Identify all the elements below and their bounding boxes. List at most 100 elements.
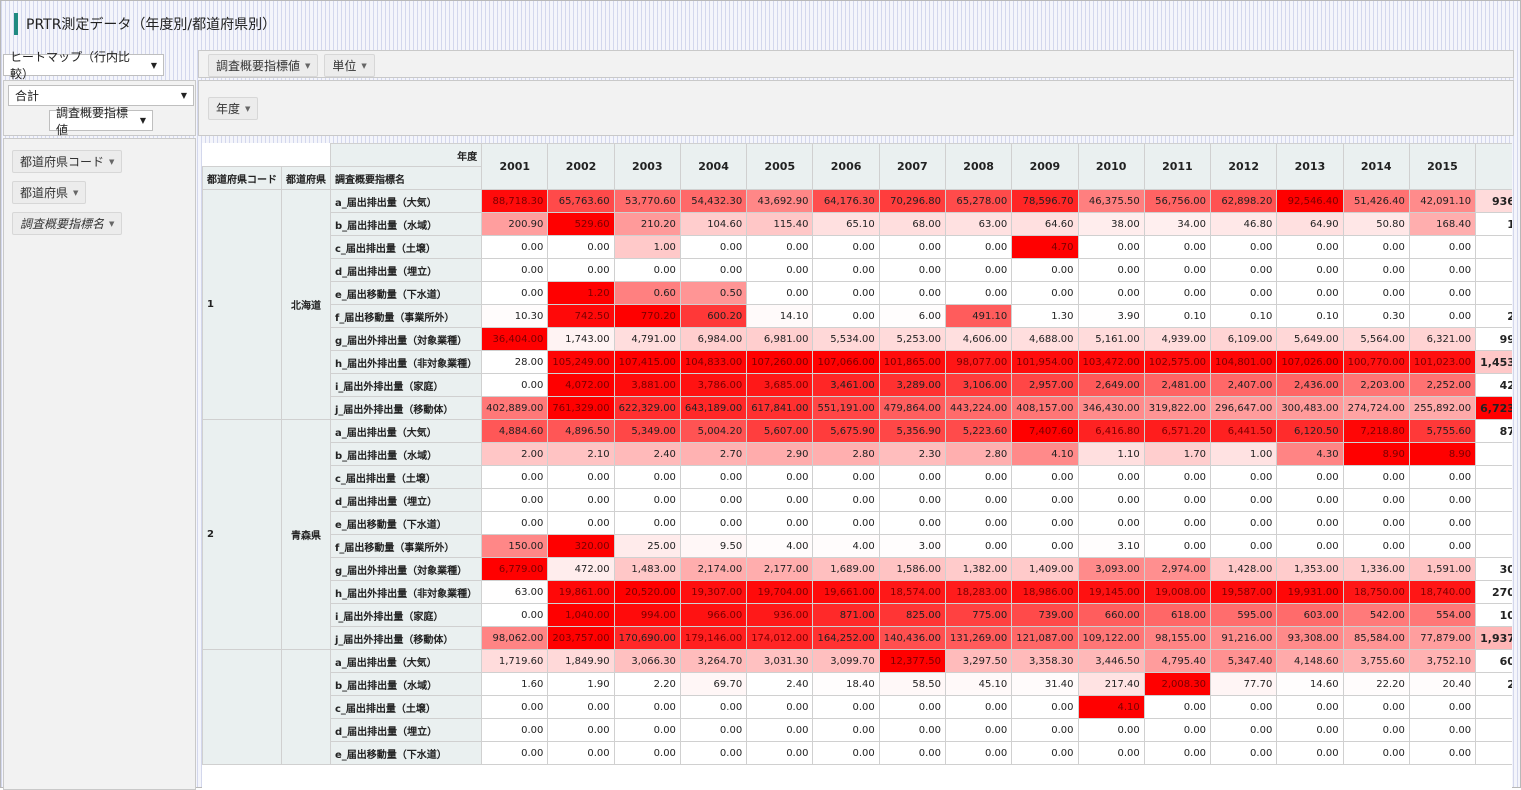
value-cell: 3,755.60 xyxy=(1342,649,1410,673)
year-header[interactable]: 2006 xyxy=(812,143,880,190)
year-header[interactable]: 2004 xyxy=(679,143,748,190)
value-cell: 5,253.00 xyxy=(878,327,946,351)
indicator-name-cell: j_届出外排出量（移動体） xyxy=(329,396,483,420)
value-cell: 0.00 xyxy=(812,258,880,282)
value-cell: 554.00 xyxy=(1408,603,1477,627)
value-cell: 1,719.60 xyxy=(481,649,549,673)
renderer-select[interactable]: ヒートマップ（行内比較） ▼ xyxy=(3,50,164,81)
value-cell: 2,436.00 xyxy=(1276,373,1344,397)
value-cell: 0.00 xyxy=(1342,741,1410,765)
value-cell: 742.50 xyxy=(547,304,615,328)
indicator-name-cell: b_届出排出量（水域） xyxy=(329,442,483,466)
value-cell: 179,146.00 xyxy=(679,626,748,650)
value-cell: 2,203.00 xyxy=(1342,373,1410,397)
value-cell: 14.60 xyxy=(1276,672,1344,696)
renderer-select-label: ヒートマップ（行内比較） xyxy=(10,50,131,81)
value-cell: 77,879.00 xyxy=(1408,626,1477,650)
row-chip-wrap-3: 調査概要指標名 ▼ xyxy=(12,212,128,235)
row-chip-indicator-name[interactable]: 調査概要指標名 ▼ xyxy=(12,212,123,235)
value-cell: 0.00 xyxy=(746,511,814,535)
year-header[interactable]: 2011 xyxy=(1143,143,1212,190)
year-header[interactable]: 2002 xyxy=(547,143,615,190)
value-cell: 0.00 xyxy=(1408,695,1477,719)
value-cell: 98,062.00 xyxy=(481,626,549,650)
value-cell: 0.00 xyxy=(1210,534,1278,558)
year-header[interactable]: 2010 xyxy=(1077,143,1145,190)
value-cell: 1,849.90 xyxy=(547,649,615,673)
value-cell: 0.00 xyxy=(481,373,549,397)
value-cell: 3.00 xyxy=(878,534,946,558)
value-cell: 18,986.00 xyxy=(1011,580,1079,604)
value-cell: 0.00 xyxy=(944,534,1013,558)
value-cell: 0.00 xyxy=(481,488,549,512)
value-cell: 0.00 xyxy=(481,741,549,765)
value-cell: 0.00 xyxy=(812,488,880,512)
value-cell: 0.00 xyxy=(746,488,814,512)
column-drop-area: 年度 ▼ xyxy=(198,80,1514,136)
year-header[interactable]: 2013 xyxy=(1276,143,1344,190)
value-cell: 19,587.00 xyxy=(1210,580,1278,604)
attr-chip-survey-value[interactable]: 調査概要指標値 ▼ xyxy=(208,54,319,77)
year-header[interactable]: 2015 xyxy=(1408,143,1477,190)
aggregator-area: 合計 ▼ 調査概要指標値 ▼ xyxy=(3,80,196,137)
value-cell: 0.10 xyxy=(1143,304,1212,328)
triangle-down-icon[interactable]: ▼ xyxy=(305,62,310,70)
value-cell: 0.00 xyxy=(944,235,1013,259)
value-cell: 168.40 xyxy=(1408,212,1477,236)
value-cell: 70,296.80 xyxy=(878,189,946,213)
value-cell: 1.10 xyxy=(1077,442,1145,466)
year-header[interactable]: 2003 xyxy=(613,143,681,190)
row-total-cell: 2.30 xyxy=(1475,281,1512,305)
year-header[interactable]: 2007 xyxy=(878,143,946,190)
table-row: d_届出排出量（埋立） 0.00 0.00 0.00 0.00 0.00 0.00 0.00 0… xyxy=(203,258,1512,282)
row-attr-header: 都道府県 xyxy=(281,166,331,190)
triangle-down-icon[interactable]: ▼ xyxy=(245,105,250,113)
year-header[interactable]: 2001 xyxy=(481,143,549,190)
table-row: j_届出外排出量（移動体） 402,889.00 761,329.00 622,329… xyxy=(203,396,1512,420)
value-cell: 65,763.60 xyxy=(547,189,615,213)
value-cell: 0.00 xyxy=(1210,235,1278,259)
value-cell: 51,426.40 xyxy=(1342,189,1410,213)
value-cell: 0.00 xyxy=(613,741,681,765)
triangle-down-icon[interactable]: ▼ xyxy=(73,189,78,197)
value-cell: 0.00 xyxy=(1011,695,1079,719)
value-cell: 107,066.00 xyxy=(812,350,880,374)
value-field-select[interactable]: 調査概要指標値 ▼ xyxy=(49,106,153,137)
value-cell: 0.00 xyxy=(944,465,1013,489)
triangle-down-icon[interactable]: ▼ xyxy=(109,220,114,228)
indicator-name-cell: h_届出外排出量（非対象業種） xyxy=(329,350,483,374)
value-cell: 4.70 xyxy=(1011,235,1079,259)
value-cell: 4.10 xyxy=(1011,442,1079,466)
row-chip-pref-code[interactable]: 都道府県コード ▼ xyxy=(12,150,123,173)
triangle-down-icon[interactable]: ▼ xyxy=(361,62,366,70)
value-cell: 1.90 xyxy=(547,672,615,696)
value-cell: 20.40 xyxy=(1408,672,1477,696)
attr-chip-unit[interactable]: 単位 ▼ xyxy=(324,54,375,77)
value-cell: 4,606.00 xyxy=(944,327,1013,351)
row-chip-pref[interactable]: 都道府県 ▼ xyxy=(12,181,87,204)
col-chip-year[interactable]: 年度 ▼ xyxy=(208,97,259,120)
year-header[interactable]: 2005 xyxy=(746,143,814,190)
chevron-down-icon: ▼ xyxy=(150,60,157,70)
year-header[interactable]: 2012 xyxy=(1210,143,1278,190)
triangle-down-icon[interactable]: ▼ xyxy=(109,158,114,166)
value-cell: 1,428.00 xyxy=(1210,557,1278,581)
value-cell: 7,407.60 xyxy=(1011,419,1079,443)
value-cell: 542.00 xyxy=(1342,603,1410,627)
value-cell: 1,040.00 xyxy=(547,603,615,627)
year-header[interactable]: 2008 xyxy=(944,143,1013,190)
value-cell: 54,432.30 xyxy=(679,189,748,213)
value-cell: 3,358.30 xyxy=(1011,649,1079,673)
year-header[interactable]: 2009 xyxy=(1011,143,1079,190)
value-cell: 85,584.00 xyxy=(1342,626,1410,650)
value-cell: 19,661.00 xyxy=(812,580,880,604)
value-cell: 1.20 xyxy=(547,281,615,305)
year-header[interactable]: 2014 xyxy=(1342,143,1410,190)
value-cell: 0.00 xyxy=(812,695,880,719)
value-cell: 0.00 xyxy=(812,235,880,259)
value-cell: 98,155.00 xyxy=(1143,626,1212,650)
value-cell: 0.00 xyxy=(1342,258,1410,282)
value-cell: 0.00 xyxy=(1143,235,1212,259)
value-cell: 43,692.90 xyxy=(746,189,814,213)
value-cell: 34.00 xyxy=(1143,212,1212,236)
